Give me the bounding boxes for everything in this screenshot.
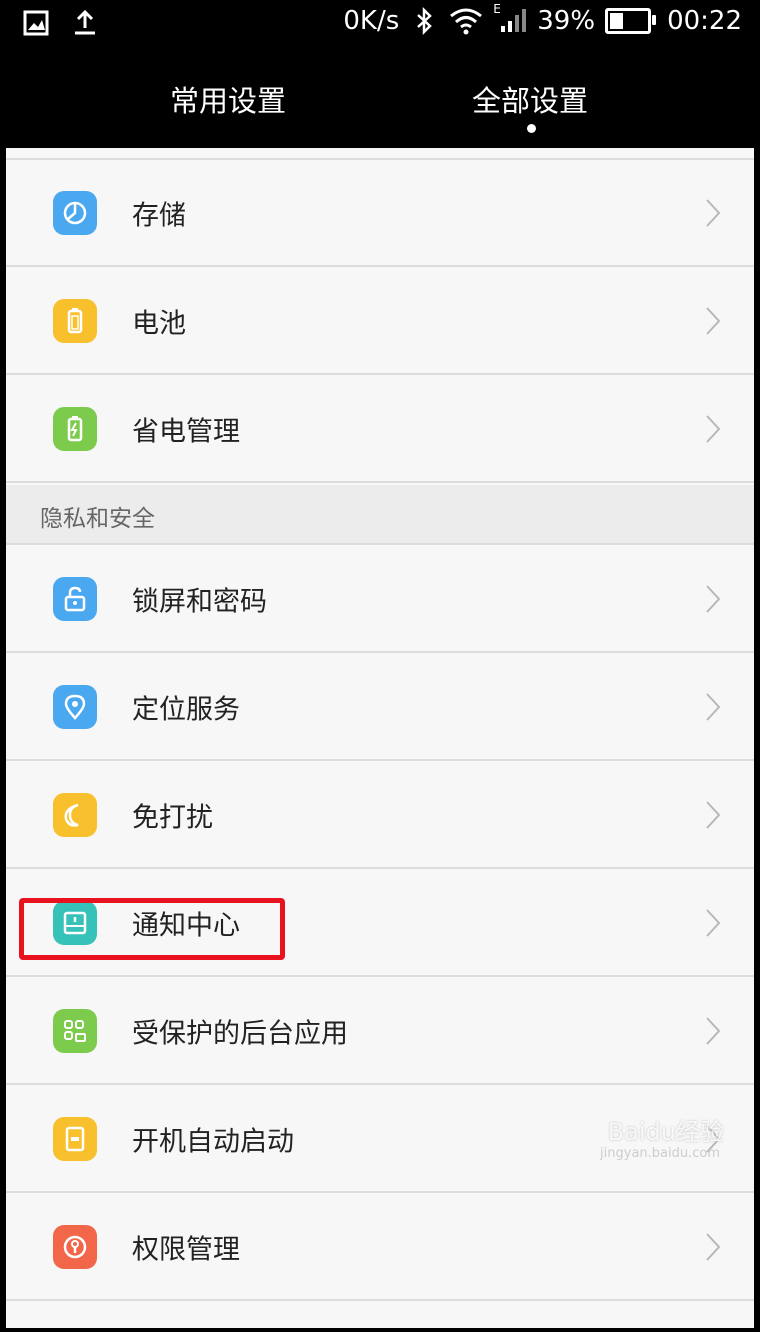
settings-item-label: 开机自动启动 <box>132 1126 294 1157</box>
power-saving-icon <box>53 406 97 451</box>
active-tab-indicator <box>527 124 536 133</box>
settings-item-storage[interactable]: 存储 <box>6 160 754 267</box>
settings-item-lock-screen[interactable]: 锁屏和密码 <box>6 546 754 653</box>
settings-item-power-saving[interactable]: 省电管理 <box>6 376 754 483</box>
network-speed: 0K/s <box>343 6 400 36</box>
settings-tabs: 常用设置 全部设置 <box>0 50 760 148</box>
tab-all-settings[interactable]: 全部设置 <box>472 78 588 120</box>
chevron-right-icon <box>706 414 721 443</box>
settings-item-protected-apps[interactable]: 受保护的后台应用 <box>6 978 754 1085</box>
settings-item-label: 锁屏和密码 <box>132 586 267 617</box>
battery-status-icon <box>605 8 657 34</box>
baidu-watermark-url: jingyan.baidu.com <box>600 1146 720 1161</box>
settings-item-permissions[interactable]: 权限管理 <box>6 1194 754 1301</box>
highlight-box <box>19 898 285 960</box>
settings-item-label: 免打扰 <box>132 802 213 833</box>
chevron-right-icon <box>706 198 721 227</box>
tab-common-settings[interactable]: 常用设置 <box>170 78 286 120</box>
settings-item-label: 省电管理 <box>132 416 240 447</box>
chevron-right-icon <box>706 306 721 335</box>
autostart-icon <box>53 1116 97 1161</box>
protected-apps-icon <box>53 1008 97 1053</box>
chevron-right-icon <box>706 584 721 613</box>
chevron-right-icon <box>706 692 721 721</box>
moon-icon <box>53 792 97 837</box>
battery-percent: 39% <box>537 6 596 36</box>
screenshot-icon <box>23 10 49 36</box>
phone-screen: 0K/s E 39% 00:22 常用设置 全部设置 存储 电池 省电管理 隐私… <box>0 0 760 1332</box>
chevron-right-icon <box>706 1232 721 1261</box>
settings-item-location[interactable]: 定位服务 <box>6 654 754 761</box>
wifi-icon <box>450 8 483 35</box>
settings-item-battery[interactable]: 电池 <box>6 268 754 375</box>
baidu-watermark: Baidu经验 <box>607 1118 724 1146</box>
settings-item-label: 电池 <box>132 308 186 339</box>
bluetooth-icon <box>417 6 433 36</box>
chevron-right-icon <box>706 908 721 937</box>
battery-icon <box>53 298 97 343</box>
chevron-right-icon <box>706 800 721 829</box>
settings-item-label: 存储 <box>132 200 186 231</box>
cell-signal-icon: E <box>493 2 527 36</box>
section-title: 隐私和安全 <box>40 506 155 532</box>
settings-item-label: 受保护的后台应用 <box>132 1018 348 1049</box>
lock-icon <box>53 576 97 621</box>
list-item-partial[interactable] <box>6 148 754 160</box>
clock: 00:22 <box>667 6 742 36</box>
chevron-right-icon <box>706 1016 721 1045</box>
settings-item-label: 权限管理 <box>132 1234 240 1265</box>
settings-item-do-not-disturb[interactable]: 免打扰 <box>6 762 754 869</box>
location-icon <box>53 684 97 729</box>
section-header-privacy: 隐私和安全 <box>6 485 754 545</box>
storage-icon <box>53 190 97 235</box>
upload-icon <box>75 9 95 35</box>
status-bar: 0K/s E 39% 00:22 <box>0 0 760 50</box>
permission-icon <box>53 1224 97 1269</box>
settings-item-label: 定位服务 <box>132 694 240 725</box>
